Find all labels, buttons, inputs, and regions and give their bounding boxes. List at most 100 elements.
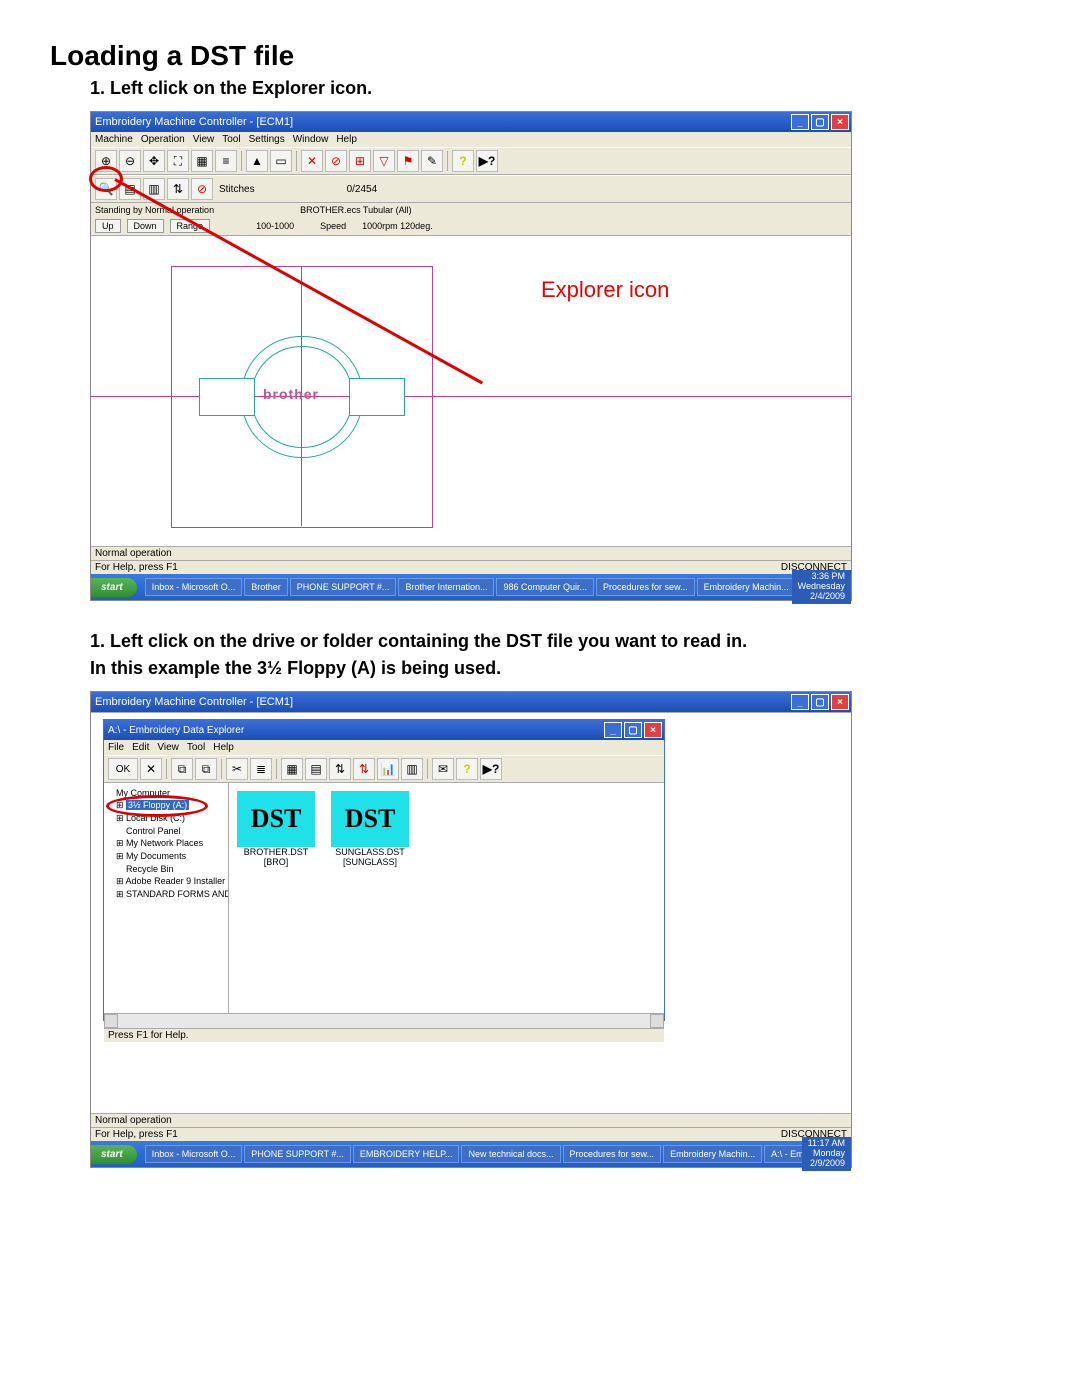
- task-item[interactable]: Embroidery Machin...: [663, 1145, 762, 1163]
- tree-node[interactable]: ⊞ My Network Places: [106, 837, 226, 850]
- screen-icon[interactable]: ▭: [270, 150, 292, 172]
- menu-bar: Machine Operation View Tool Settings Win…: [91, 132, 851, 147]
- menu-item[interactable]: Settings: [249, 134, 285, 145]
- step-1: 1. Left click on the Explorer icon.: [90, 78, 1030, 99]
- box-icon[interactable]: ⊞: [349, 150, 371, 172]
- fit-icon[interactable]: ⛶: [167, 150, 189, 172]
- task-item[interactable]: PHONE SUPPORT #...: [290, 578, 397, 596]
- mail-icon[interactable]: ✉: [432, 758, 454, 780]
- tree-node[interactable]: ⊞ Adobe Reader 9 Installer: [106, 875, 226, 888]
- task-item[interactable]: Inbox - Microsoft O...: [145, 1145, 243, 1163]
- task-item[interactable]: Inbox - Microsoft O...: [145, 578, 243, 596]
- menu-item[interactable]: Operation: [141, 134, 185, 145]
- task-item[interactable]: Brother Internation...: [398, 578, 494, 596]
- copy-icon[interactable]: ⧉: [171, 758, 193, 780]
- inner-title-bar[interactable]: A:\ - Embroidery Data Explorer _ ▢ ×: [104, 720, 664, 740]
- minimize-icon[interactable]: _: [604, 722, 622, 738]
- taskbar: start Inbox - Microsoft O... PHONE SUPPO…: [91, 1141, 851, 1167]
- menu-item[interactable]: Machine: [95, 134, 133, 145]
- task-item[interactable]: Embroidery Machin...: [697, 578, 792, 596]
- folder-tree[interactable]: My Computer ⊞ 3½ Floppy (A:) ⊞ Local Dis…: [104, 783, 229, 1013]
- view-icon[interactable]: ▦: [281, 758, 303, 780]
- menu-item[interactable]: File: [108, 742, 124, 753]
- tree-node[interactable]: ⊞ STANDARD FORMS AND TEMPLAT: [106, 888, 226, 901]
- task-item[interactable]: Procedures for sew...: [596, 578, 695, 596]
- design-wing: [199, 378, 255, 416]
- maximize-icon[interactable]: ▢: [624, 722, 642, 738]
- menu-item[interactable]: Edit: [132, 742, 149, 753]
- cut-icon[interactable]: ✂: [226, 758, 248, 780]
- up-button[interactable]: Up: [95, 219, 121, 233]
- tree-node[interactable]: Recycle Bin: [106, 863, 226, 875]
- tree-node[interactable]: Control Panel: [106, 825, 226, 837]
- ok-button[interactable]: OK: [108, 758, 138, 780]
- close-icon[interactable]: ×: [831, 114, 849, 130]
- file-sub: [BRO]: [237, 857, 315, 867]
- menu-item[interactable]: Tool: [222, 134, 240, 145]
- explorer-window: A:\ - Embroidery Data Explorer _ ▢ × Fil…: [103, 719, 665, 1021]
- chart-icon[interactable]: 📊: [377, 758, 399, 780]
- task-item[interactable]: EMBROIDERY HELP...: [353, 1145, 460, 1163]
- file-name: SUNGLASS.DST: [331, 847, 409, 857]
- menu-item[interactable]: Help: [336, 134, 357, 145]
- help-icon[interactable]: ?: [452, 150, 474, 172]
- menu-item[interactable]: Help: [213, 742, 234, 753]
- task-item[interactable]: A:\ - Embroidery D...: [764, 1145, 802, 1163]
- view-icon[interactable]: ▥: [401, 758, 423, 780]
- view-icon[interactable]: ⇅: [353, 758, 375, 780]
- task-item[interactable]: 986 Computer Quir...: [496, 578, 594, 596]
- machine-text: BROTHER.ecs Tubular (All): [300, 205, 412, 215]
- step-2a: 1. Left click on the drive or folder con…: [90, 631, 1030, 652]
- task-item[interactable]: Brother: [244, 578, 288, 596]
- menu-item[interactable]: Tool: [187, 742, 205, 753]
- task-item[interactable]: New technical docs...: [461, 1145, 560, 1163]
- inner-menu-bar: File Edit View Tool Help: [104, 740, 664, 755]
- down-button[interactable]: Down: [127, 219, 164, 233]
- view-icon[interactable]: ▤: [305, 758, 327, 780]
- close-icon[interactable]: ×: [644, 722, 662, 738]
- grid-icon[interactable]: ▦: [191, 150, 213, 172]
- flag-icon[interactable]: ⚑: [397, 150, 419, 172]
- design-canvas[interactable]: brother: [91, 235, 851, 546]
- menu-item[interactable]: View: [193, 134, 215, 145]
- start-button[interactable]: start: [91, 578, 137, 597]
- minimize-icon[interactable]: _: [791, 694, 809, 710]
- ruler-icon[interactable]: ≡: [215, 150, 237, 172]
- pan-icon[interactable]: ✥: [143, 150, 165, 172]
- title-bar: Embroidery Machine Controller - [ECM1] _…: [91, 692, 851, 712]
- menu-item[interactable]: View: [157, 742, 179, 753]
- context-help-icon[interactable]: ▶?: [476, 150, 498, 172]
- h-scrollbar[interactable]: [104, 1013, 664, 1028]
- cancel-icon[interactable]: ✕: [140, 758, 162, 780]
- minimize-icon[interactable]: _: [791, 114, 809, 130]
- view-icon[interactable]: ⇅: [329, 758, 351, 780]
- delete-icon[interactable]: ✕: [301, 150, 323, 172]
- rpm-range: 100-1000: [256, 221, 294, 231]
- tool-icon[interactable]: ≣: [250, 758, 272, 780]
- start-button[interactable]: start: [91, 1145, 137, 1164]
- stop-icon[interactable]: ⊘: [191, 178, 213, 200]
- file-item[interactable]: DST SUNGLASS.DST [SUNGLASS]: [331, 791, 409, 867]
- zoom-out-icon[interactable]: ⊖: [119, 150, 141, 172]
- filter-icon[interactable]: ▽: [373, 150, 395, 172]
- maximize-icon[interactable]: ▢: [811, 694, 829, 710]
- noentry-icon[interactable]: ⊘: [325, 150, 347, 172]
- design-wing: [349, 378, 405, 416]
- needle-icon[interactable]: ▲: [246, 150, 268, 172]
- file-list[interactable]: DST BROTHER.DST [BRO] DST SUNGLASS.DST […: [229, 783, 664, 1013]
- close-icon[interactable]: ×: [831, 694, 849, 710]
- speed-value: 1000rpm 120deg.: [362, 221, 433, 231]
- file-item[interactable]: DST BROTHER.DST [BRO]: [237, 791, 315, 867]
- paste-icon[interactable]: ⧉: [195, 758, 217, 780]
- context-help-icon[interactable]: ▶?: [480, 758, 502, 780]
- menu-item[interactable]: Window: [293, 134, 329, 145]
- tree-node[interactable]: ⊞ My Documents: [106, 850, 226, 863]
- task-item[interactable]: PHONE SUPPORT #...: [244, 1145, 351, 1163]
- help-icon[interactable]: ?: [456, 758, 478, 780]
- task-item[interactable]: Procedures for sew...: [563, 1145, 662, 1163]
- thread-icon[interactable]: ✎: [421, 150, 443, 172]
- maximize-icon[interactable]: ▢: [811, 114, 829, 130]
- tool-icon[interactable]: ⇅: [167, 178, 189, 200]
- info-bar: Standing by Normal operation BROTHER.ecs…: [91, 203, 851, 217]
- inner-status: Press F1 for Help.: [104, 1028, 664, 1042]
